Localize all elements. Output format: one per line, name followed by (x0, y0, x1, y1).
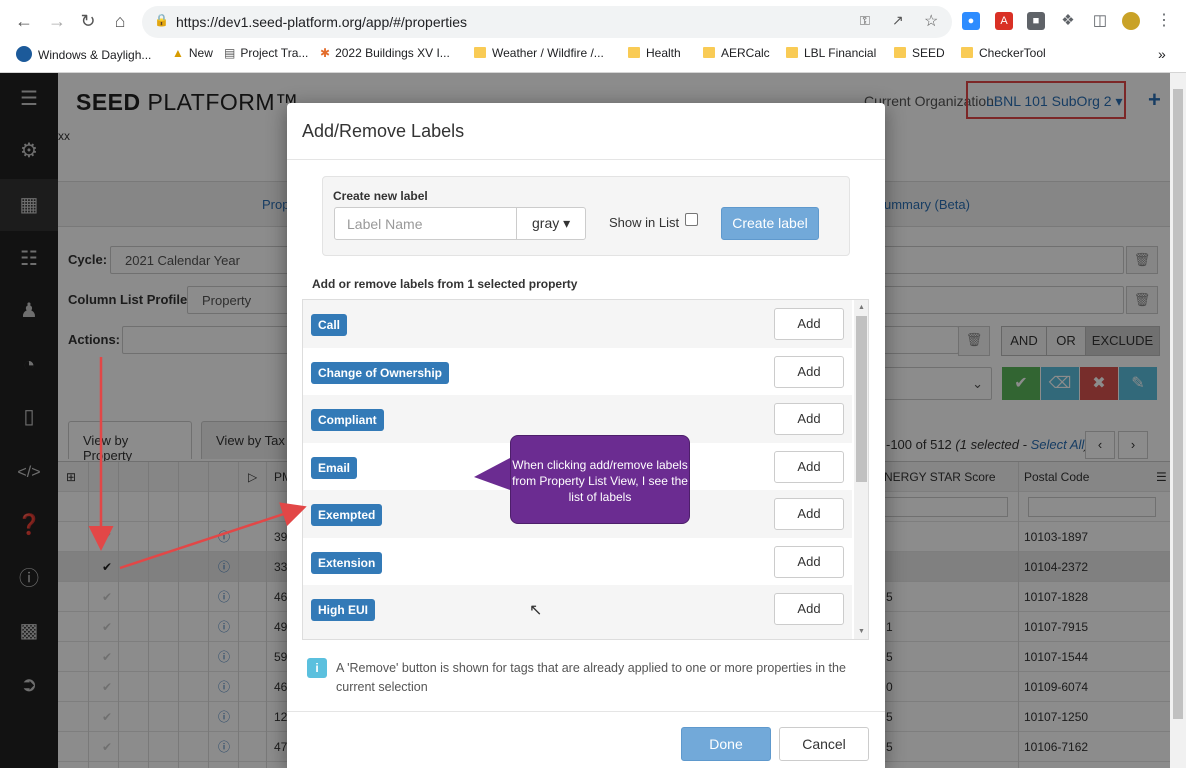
annotation-callout: When clicking add/remove labels from Pro… (510, 435, 690, 524)
callout-tail (474, 458, 510, 490)
annotation-arrow-right (119, 502, 307, 570)
annotation-arrows (88, 357, 510, 570)
